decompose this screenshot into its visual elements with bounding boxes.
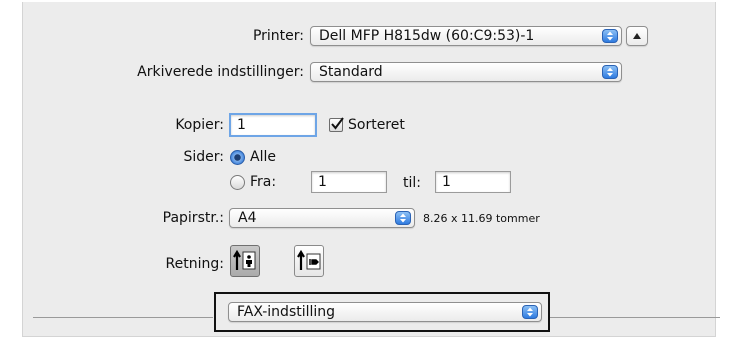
presets-label: Arkiverede indstillinger:	[137, 64, 304, 80]
paper-size-popup[interactable]: A4	[229, 208, 415, 228]
portrait-orientation-button[interactable]	[230, 245, 260, 277]
pages-from-field[interactable]: 1	[311, 171, 387, 193]
copies-value: 1	[237, 117, 246, 133]
popup-stepper-icon	[395, 211, 411, 225]
collate-label: Sorteret	[348, 117, 405, 133]
triangle-up-icon	[633, 33, 641, 39]
presets-popup-value: Standard	[319, 64, 383, 80]
collate-checkbox[interactable]	[329, 117, 344, 132]
disclosure-button[interactable]	[626, 26, 648, 46]
popup-stepper-icon	[602, 29, 618, 43]
paper-size-popup-value: A4	[238, 210, 257, 226]
orientation-label: Retning:	[165, 256, 224, 272]
paper-size-label: Papirstr.:	[162, 210, 224, 226]
landscape-orientation-button[interactable]	[294, 245, 324, 277]
popup-stepper-icon	[602, 65, 618, 79]
pages-from-label: Fra:	[250, 174, 277, 190]
print-dialog-panel	[22, 2, 716, 337]
pages-to-label: til:	[403, 175, 421, 191]
paper-size-dimensions: 8.26 x 11.69 tommer	[423, 212, 540, 225]
landscape-orientation-icon	[297, 249, 321, 270]
pages-all-radio[interactable]	[230, 150, 245, 165]
section-divider-right	[550, 317, 720, 318]
presets-popup[interactable]: Standard	[310, 62, 622, 82]
section-popup[interactable]: FAX-indstilling	[228, 302, 542, 322]
section-popup-value: FAX-indstilling	[237, 304, 336, 320]
printer-popup-value: Dell MFP H815dw (60:C9:53)-1	[319, 28, 535, 44]
portrait-orientation-icon	[233, 249, 256, 270]
printer-popup[interactable]: Dell MFP H815dw (60:C9:53)-1	[310, 26, 622, 46]
pages-from-value: 1	[318, 174, 327, 190]
section-divider-left	[33, 317, 213, 318]
pages-label: Sider:	[183, 149, 224, 165]
pages-from-radio[interactable]	[230, 175, 245, 190]
pages-to-field[interactable]: 1	[435, 171, 511, 193]
pages-all-label: Alle	[250, 149, 276, 165]
checkmark-icon	[331, 117, 344, 130]
copies-field[interactable]: 1	[229, 113, 317, 137]
printer-label: Printer:	[252, 28, 304, 44]
pages-to-value: 1	[442, 174, 451, 190]
popup-stepper-icon	[522, 305, 538, 319]
copies-label: Kopier:	[175, 117, 224, 133]
